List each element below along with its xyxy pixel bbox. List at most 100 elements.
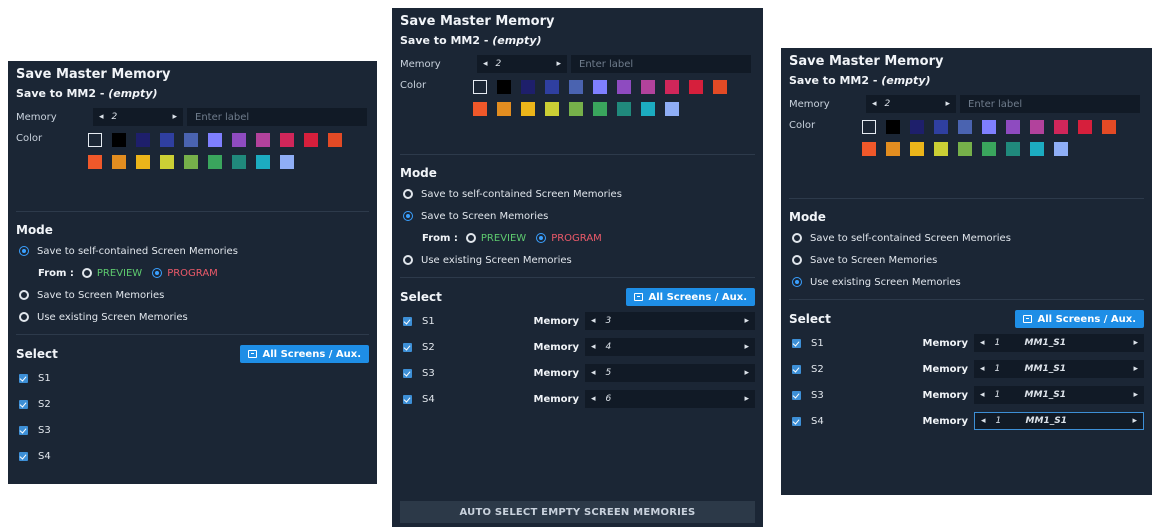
screen-row-s1[interactable]: S1 [16, 365, 369, 391]
label-input[interactable] [571, 55, 751, 73]
color-swatch[interactable] [909, 142, 924, 156]
screen-memory-stepper[interactable]: ◂ 3 ▸ [585, 312, 755, 330]
radio-preview-icon[interactable] [81, 268, 92, 278]
color-swatch[interactable] [664, 80, 679, 94]
color-swatch[interactable] [112, 133, 127, 147]
checkbox-checked-icon[interactable] [792, 390, 801, 400]
color-swatch[interactable] [885, 142, 900, 156]
color-swatch[interactable] [1053, 120, 1068, 134]
chevron-right-icon[interactable]: ▸ [744, 316, 749, 326]
color-swatch[interactable] [981, 142, 996, 156]
color-swatch[interactable] [640, 80, 655, 94]
color-swatch[interactable] [861, 142, 876, 156]
chevron-right-icon[interactable]: ▸ [1132, 416, 1137, 426]
color-swatch[interactable] [544, 80, 559, 94]
radio-program-icon[interactable] [152, 268, 163, 278]
color-swatch[interactable] [1053, 142, 1068, 156]
color-swatch[interactable] [256, 155, 271, 169]
color-swatch[interactable] [184, 133, 199, 147]
checkbox-checked-icon[interactable] [19, 451, 28, 461]
mode-option-existing[interactable]: Use existing Screen Memories [400, 249, 755, 271]
checkbox-checked-icon[interactable] [403, 316, 412, 326]
mode-option-self-contained[interactable]: Save to self-contained Screen Memories [400, 183, 755, 205]
color-swatch-selected[interactable] [861, 120, 876, 134]
radio-icon[interactable] [792, 233, 802, 243]
chevron-right-icon[interactable]: ▸ [945, 99, 950, 109]
chevron-left-icon[interactable]: ◂ [591, 394, 596, 404]
color-swatch[interactable] [280, 133, 295, 147]
screen-row-s1[interactable]: S1 Memory ◂ 3 ▸ [400, 308, 755, 334]
chevron-left-icon[interactable]: ◂ [872, 99, 877, 109]
color-swatch[interactable] [640, 102, 655, 116]
screen-row-s3[interactable]: S3 Memory ◂ 5 ▸ [400, 360, 755, 386]
color-swatch[interactable] [568, 102, 583, 116]
screen-memory-stepper[interactable]: ◂ 6 ▸ [585, 390, 755, 408]
color-swatch[interactable] [1029, 142, 1044, 156]
chevron-left-icon[interactable]: ◂ [99, 112, 104, 122]
memory-stepper[interactable]: ◂ 2 ▸ [866, 95, 956, 113]
radio-icon[interactable] [403, 255, 413, 265]
color-swatch[interactable] [981, 120, 996, 134]
screen-row-s4[interactable]: S4 Memory ◂ 1 MM1_S1 ▸ [789, 408, 1144, 434]
mode-option-screen[interactable]: Save to Screen Memories [789, 249, 1144, 271]
checkbox-checked-icon[interactable] [19, 399, 28, 409]
chevron-left-icon[interactable]: ◂ [591, 342, 596, 352]
chevron-left-icon[interactable]: ◂ [980, 390, 985, 400]
chevron-right-icon[interactable]: ▸ [744, 394, 749, 404]
screen-row-s4[interactable]: S4 [16, 443, 369, 469]
checkbox-checked-icon[interactable] [19, 373, 28, 383]
color-swatch[interactable] [957, 142, 972, 156]
checkbox-checked-icon[interactable] [792, 416, 801, 426]
color-swatch[interactable] [520, 80, 535, 94]
screen-memory-stepper[interactable]: ◂ 5 ▸ [585, 364, 755, 382]
color-swatch[interactable] [592, 102, 607, 116]
checkbox-checked-icon[interactable] [792, 338, 801, 348]
preview-option[interactable]: PREVIEW [481, 233, 526, 244]
screen-memory-stepper[interactable]: ◂ 1 MM1_S1 ▸ [974, 334, 1144, 352]
screen-row-s2[interactable]: S2 Memory ◂ 4 ▸ [400, 334, 755, 360]
screen-memory-stepper[interactable]: ◂ 1 MM1_S1 ▸ [974, 360, 1144, 378]
color-swatch[interactable] [88, 155, 103, 169]
color-swatch[interactable] [1005, 120, 1020, 134]
mode-option-screen[interactable]: Save to Screen Memories [400, 205, 755, 227]
color-swatch[interactable] [712, 80, 727, 94]
color-swatch[interactable] [280, 155, 295, 169]
mode-option-existing[interactable]: Use existing Screen Memories [789, 271, 1144, 293]
mode-option-self-contained[interactable]: Save to self-contained Screen Memories [789, 227, 1144, 249]
color-swatch[interactable] [933, 142, 948, 156]
color-swatch[interactable] [1077, 120, 1092, 134]
checkbox-checked-icon[interactable] [403, 368, 412, 378]
color-swatch[interactable] [472, 102, 487, 116]
memory-stepper[interactable]: ◂ 2 ▸ [93, 108, 183, 126]
checkbox-checked-icon[interactable] [19, 425, 28, 435]
color-swatch[interactable] [544, 102, 559, 116]
color-swatch[interactable] [160, 155, 175, 169]
color-swatch[interactable] [1101, 120, 1116, 134]
radio-program-icon[interactable] [536, 233, 547, 243]
chevron-left-icon[interactable]: ◂ [483, 59, 488, 69]
program-option[interactable]: PROGRAM [551, 233, 602, 244]
screen-memory-stepper[interactable]: ◂ 4 ▸ [585, 338, 755, 356]
radio-icon[interactable] [19, 312, 29, 322]
label-input[interactable] [187, 108, 367, 126]
radio-preview-icon[interactable] [465, 233, 476, 243]
chevron-left-icon[interactable]: ◂ [980, 338, 985, 348]
mode-option-screen[interactable]: Save to Screen Memories [16, 284, 369, 306]
chevron-right-icon[interactable]: ▸ [1133, 338, 1138, 348]
color-swatch[interactable] [957, 120, 972, 134]
radio-selected-icon[interactable] [792, 277, 802, 287]
color-swatch[interactable] [232, 155, 247, 169]
chevron-right-icon[interactable]: ▸ [744, 342, 749, 352]
color-swatch[interactable] [496, 80, 511, 94]
color-swatch[interactable] [304, 133, 319, 147]
checkbox-checked-icon[interactable] [792, 364, 801, 374]
chevron-left-icon[interactable]: ◂ [591, 316, 596, 326]
program-option[interactable]: PROGRAM [167, 268, 218, 279]
screen-row-s1[interactable]: S1 Memory ◂ 1 MM1_S1 ▸ [789, 330, 1144, 356]
radio-icon[interactable] [792, 255, 802, 265]
color-swatch[interactable] [520, 102, 535, 116]
checkbox-checked-icon[interactable] [403, 342, 412, 352]
auto-select-button[interactable]: AUTO SELECT EMPTY SCREEN MEMORIES [400, 501, 755, 523]
all-screens-button[interactable]: All Screens / Aux. [239, 345, 369, 363]
color-swatch-selected[interactable] [472, 80, 487, 94]
